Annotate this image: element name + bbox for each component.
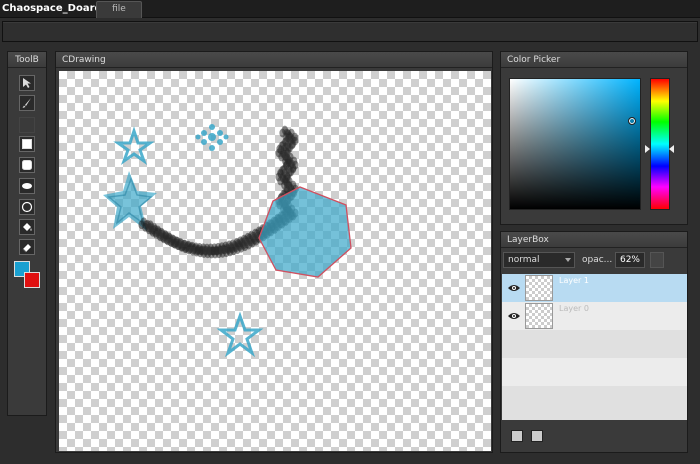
star-shape: [113, 126, 155, 165]
brush-icon[interactable]: [19, 95, 35, 111]
layer-name: Layer 1: [559, 276, 589, 285]
layer-list: Layer 1 Layer 0: [502, 274, 687, 420]
eye-icon[interactable]: [508, 312, 520, 320]
opacity-label: opac...: [582, 255, 613, 265]
heptagon-shape: [258, 186, 352, 278]
flower-dots-shape: [195, 124, 229, 151]
app-title: Chaospace_Doard: [2, 3, 102, 14]
app-window: Chaospace_Doard file ToolB CDrawing Colo…: [0, 0, 700, 464]
hue-arrow-right-icon[interactable]: [669, 145, 674, 153]
chevron-down-icon: [565, 258, 571, 262]
canvas-artwork: [103, 124, 352, 358]
brush-dot: [147, 220, 154, 230]
layer-row[interactable]: Layer 0: [502, 302, 687, 330]
color-picker-panel: Color Picker: [500, 51, 688, 225]
fill-bucket-icon[interactable]: [19, 219, 35, 235]
secondary-color-swatch[interactable]: [24, 272, 40, 288]
eraser-icon[interactable]: [19, 239, 35, 255]
layer-name: Layer 0: [559, 304, 589, 313]
drawing-panel: CDrawing: [55, 51, 493, 453]
rounded-square-icon[interactable]: [19, 157, 35, 173]
drawing-panel-header: CDrawing: [56, 52, 492, 68]
menu-file[interactable]: file: [96, 1, 142, 18]
empty-layer-row: [502, 386, 687, 420]
menu-bar: Chaospace_Doard file: [0, 0, 700, 18]
blend-mode-value: normal: [508, 255, 540, 265]
layer-box-panel: LayerBox normal opac... 62% Layer 1 Laye…: [500, 231, 688, 453]
toolbar-strip: [2, 21, 698, 42]
ellipse-icon[interactable]: [19, 178, 35, 194]
empty-slot-icon: [19, 117, 35, 133]
empty-layer-row: [502, 358, 687, 386]
layer-thumbnail: [525, 275, 553, 301]
color-picker-header: Color Picker: [501, 52, 687, 68]
layer-box-header: LayerBox: [501, 232, 687, 248]
drawing-canvas[interactable]: [59, 71, 491, 451]
select-arrow-icon[interactable]: [19, 75, 35, 91]
saturation-value-box[interactable]: [509, 78, 641, 210]
square-outline-icon[interactable]: [19, 136, 35, 152]
eye-icon[interactable]: [508, 284, 520, 292]
hue-slider[interactable]: [650, 78, 670, 210]
hue-arrow-left-icon[interactable]: [645, 145, 650, 153]
opacity-input[interactable]: 62%: [615, 252, 645, 268]
circle-outline-icon[interactable]: [19, 199, 35, 215]
empty-layer-row: [502, 330, 687, 358]
color-marker[interactable]: [628, 117, 636, 125]
tool-panel-header: ToolB: [8, 52, 46, 68]
delete-layer-icon[interactable]: [531, 430, 543, 442]
layer-thumbnail: [525, 303, 553, 329]
opacity-button[interactable]: [650, 252, 664, 268]
tool-panel: ToolB: [7, 51, 47, 416]
blend-mode-select[interactable]: normal: [503, 252, 575, 268]
star-shape: [216, 311, 264, 358]
new-layer-icon[interactable]: [511, 430, 523, 442]
layer-row[interactable]: Layer 1: [502, 274, 687, 302]
